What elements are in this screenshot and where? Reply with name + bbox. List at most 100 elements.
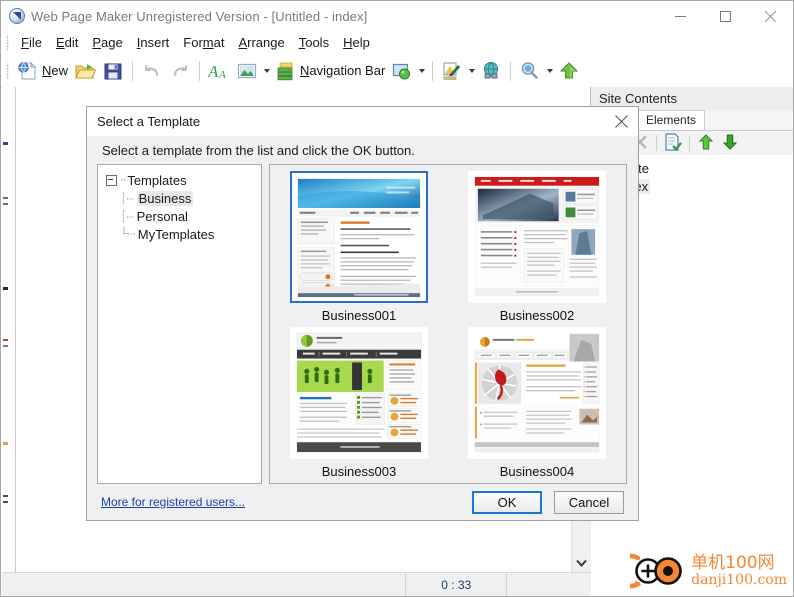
tab-elements[interactable]: Elements xyxy=(637,110,706,130)
window-title: Web Page Maker Unregistered Version - [U… xyxy=(31,8,368,24)
style-editor-dropdown-arrow[interactable] xyxy=(466,61,477,81)
menu-file[interactable]: File xyxy=(14,33,49,52)
properties-icon[interactable] xyxy=(663,132,685,154)
navigation-bar-label: Navigation Bar xyxy=(300,63,386,78)
title-bar: Web Page Maker Unregistered Version - [U… xyxy=(1,1,793,31)
form-object-dropdown-arrow[interactable] xyxy=(416,61,427,81)
category-item-personal[interactable]: ┊··· Personal xyxy=(98,207,261,225)
menu-insert[interactable]: Insert xyxy=(130,33,177,52)
window-controls xyxy=(658,1,793,31)
text-format-icon: A A xyxy=(207,60,230,82)
category-item-label: Business xyxy=(136,190,194,206)
template-item[interactable]: Business004 xyxy=(448,327,626,483)
template-item[interactable]: Business003 xyxy=(270,327,448,483)
insert-image-dropdown-arrow[interactable] xyxy=(261,61,272,81)
template-name: Business003 xyxy=(321,464,397,479)
app-globe-icon xyxy=(9,8,25,24)
redo-button[interactable] xyxy=(166,58,194,84)
open-button[interactable] xyxy=(71,58,99,84)
tree-connector-icon: ┊··· xyxy=(120,192,135,205)
tree-connector-icon: ┊··· xyxy=(120,210,135,223)
menu-format[interactable]: Format xyxy=(176,33,231,52)
menu-arrange[interactable]: Arrange xyxy=(231,33,291,52)
panel-separator xyxy=(689,135,690,151)
new-page-label: New xyxy=(42,63,69,78)
scroll-down-icon[interactable] xyxy=(572,553,591,572)
menu-grip-handle[interactable] xyxy=(4,34,12,51)
tree-connector-icon: └··· xyxy=(120,228,136,240)
template-item[interactable]: Business001 xyxy=(270,171,448,327)
status-bar: 0 : 33 xyxy=(2,572,591,596)
collapse-minus-icon[interactable] xyxy=(106,174,117,186)
save-icon xyxy=(102,60,124,82)
coordinates-cell: 0 : 33 xyxy=(406,573,508,596)
dialog-footer: More for registered users... OK Cancel xyxy=(87,484,638,520)
template-category-tree[interactable]: ·· Templates ┊··· Business ┊··· Personal… xyxy=(97,164,262,484)
preview-button[interactable] xyxy=(516,58,544,84)
template-thumbnail-business001[interactable] xyxy=(290,171,428,303)
category-root-label: Templates xyxy=(127,172,187,188)
undo-icon xyxy=(141,60,163,82)
form-object-icon xyxy=(391,60,413,82)
move-down-icon[interactable] xyxy=(720,132,742,154)
move-up-icon[interactable] xyxy=(696,132,718,154)
hyperlink-button[interactable] xyxy=(477,58,505,84)
navigation-bar-icon xyxy=(275,60,297,82)
toolbar-separator xyxy=(510,60,512,81)
menu-page[interactable]: Page xyxy=(85,33,129,52)
save-button[interactable] xyxy=(99,58,127,84)
menu-tools[interactable]: Tools xyxy=(292,33,336,52)
close-icon[interactable] xyxy=(748,1,793,31)
redo-icon xyxy=(169,60,191,82)
undo-button[interactable] xyxy=(138,58,166,84)
publish-upload-icon xyxy=(558,60,580,82)
hyperlink-icon xyxy=(480,60,502,82)
template-thumbnail-grid[interactable]: Business001 Business002 Business003 Busi… xyxy=(269,164,627,484)
new-page-button[interactable]: New xyxy=(14,58,71,84)
minimize-icon[interactable] xyxy=(658,1,703,31)
ok-button[interactable]: OK xyxy=(472,490,542,514)
category-root[interactable]: ·· Templates xyxy=(98,171,261,189)
template-thumbnail-business002[interactable] xyxy=(468,171,606,303)
template-name: Business004 xyxy=(499,464,575,479)
publish-button[interactable] xyxy=(555,58,583,84)
thumbnail-preview xyxy=(294,175,424,299)
cancel-button[interactable]: Cancel xyxy=(554,490,624,514)
menu-help[interactable]: Help xyxy=(336,33,377,52)
insert-text-button[interactable]: A A xyxy=(205,58,233,84)
main-toolbar: New A A Navigation Bar xyxy=(1,54,793,88)
toolbar-grip-handle[interactable] xyxy=(4,62,12,79)
template-name: Business001 xyxy=(321,308,397,323)
template-item[interactable]: Business002 xyxy=(448,171,626,327)
toolbar-separator xyxy=(132,60,134,81)
toolbar-separator xyxy=(432,60,434,81)
insert-image-button[interactable] xyxy=(233,58,261,84)
vertical-ruler xyxy=(2,87,16,572)
canvas-vertical-scrollbar[interactable] xyxy=(571,521,591,572)
thumbnail-preview xyxy=(293,330,425,456)
tree-connector-icon: ·· xyxy=(120,174,126,186)
preview-dropdown-arrow[interactable] xyxy=(544,61,555,81)
dialog-body: Select a template from the list and clic… xyxy=(87,136,638,520)
open-folder-icon xyxy=(74,60,97,82)
panel-separator xyxy=(656,135,657,151)
category-item-business[interactable]: ┊··· Business xyxy=(98,189,261,207)
navigation-bar-button[interactable]: Navigation Bar xyxy=(272,58,388,84)
template-thumbnail-business004[interactable] xyxy=(468,327,606,459)
menu-edit[interactable]: Edit xyxy=(49,33,85,52)
more-for-registered-users-link[interactable]: More for registered users... xyxy=(101,495,245,509)
site-contents-title: Site Contents xyxy=(599,91,678,106)
menu-bar: File Edit Page Insert Format Arrange Too… xyxy=(1,31,793,55)
style-editor-icon xyxy=(441,60,463,82)
svg-text:A: A xyxy=(208,62,219,81)
toolbar-separator xyxy=(199,60,201,81)
dialog-title: Select a Template xyxy=(97,114,201,129)
category-item-mytemplates[interactable]: └··· MyTemplates xyxy=(98,225,261,243)
close-icon[interactable] xyxy=(604,108,638,136)
svg-text:A: A xyxy=(218,69,226,81)
template-thumbnail-business003[interactable] xyxy=(290,327,428,459)
style-editor-button[interactable] xyxy=(438,58,466,84)
category-item-label: MyTemplates xyxy=(137,226,215,242)
form-object-button[interactable] xyxy=(388,58,416,84)
maximize-icon[interactable] xyxy=(703,1,748,31)
